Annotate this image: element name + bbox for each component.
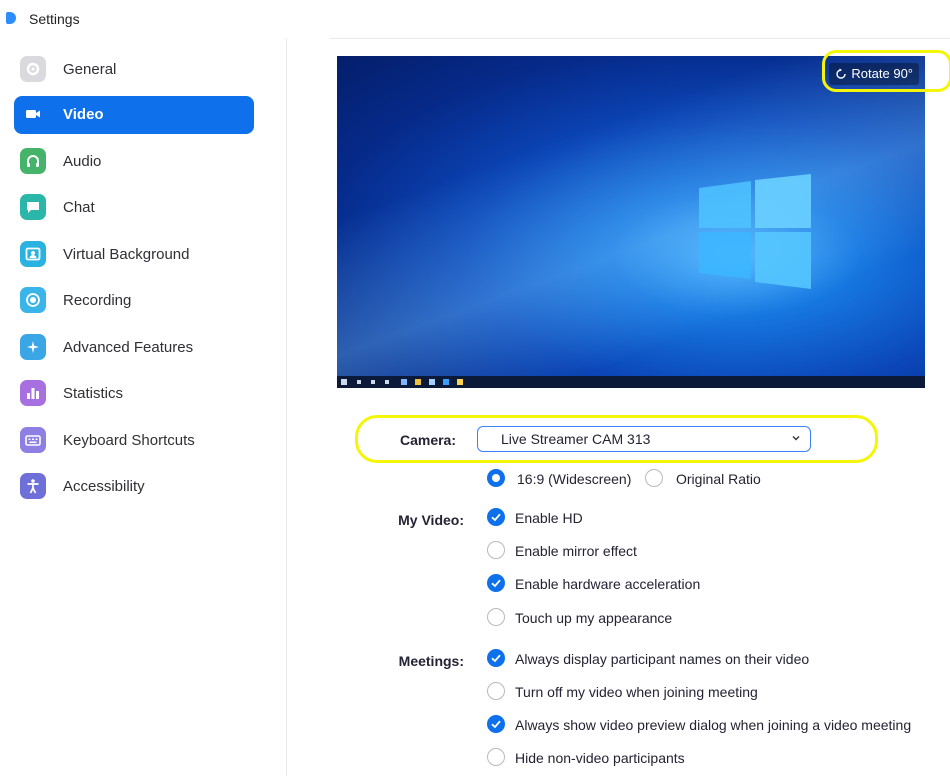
title-bar: Settings bbox=[0, 0, 950, 38]
sidebar-item-virtual-background[interactable]: Virtual Background bbox=[14, 236, 254, 274]
zoom-logo-icon bbox=[6, 12, 16, 24]
window-title: Settings bbox=[29, 11, 80, 27]
hardware-acceleration-label: Enable hardware acceleration bbox=[515, 576, 701, 592]
chevron-down-icon bbox=[792, 436, 800, 441]
touch-up-checkbox[interactable] bbox=[487, 608, 505, 626]
sparkle-icon bbox=[20, 334, 46, 360]
taskbar-item bbox=[415, 379, 421, 385]
sidebar-item-label: General bbox=[63, 61, 117, 78]
my-video-label: My Video: bbox=[398, 512, 464, 528]
sidebar-item-label: Video bbox=[63, 106, 104, 123]
record-icon bbox=[20, 287, 46, 313]
bar-chart-icon bbox=[20, 380, 46, 406]
sidebar-item-video[interactable]: Video bbox=[14, 96, 254, 134]
taskbar-item bbox=[457, 379, 463, 385]
accessibility-icon bbox=[20, 473, 46, 499]
taskbar-item bbox=[357, 380, 361, 384]
video-preview-dialog-checkbox[interactable] bbox=[487, 715, 505, 733]
camera-select[interactable]: Live Streamer CAM 313 bbox=[477, 426, 811, 452]
sidebar-item-general[interactable]: General bbox=[14, 51, 254, 89]
headphones-icon bbox=[20, 148, 46, 174]
enable-hd-label: Enable HD bbox=[515, 510, 583, 526]
sidebar-item-label: Advanced Features bbox=[63, 339, 194, 356]
sidebar-item-chat[interactable]: Chat bbox=[14, 189, 254, 227]
sidebar-item-label: Virtual Background bbox=[63, 246, 190, 263]
highlight-rotate bbox=[822, 50, 950, 92]
touch-up-label: Touch up my appearance bbox=[515, 610, 673, 626]
enable-hd-checkbox[interactable] bbox=[487, 508, 505, 526]
keyboard-icon bbox=[20, 427, 46, 453]
sidebar-item-accessibility[interactable]: Accessibility bbox=[14, 468, 254, 506]
sidebar-item-label: Accessibility bbox=[63, 478, 145, 495]
hide-non-video-label: Hide non-video participants bbox=[515, 750, 685, 766]
taskbar-item bbox=[429, 379, 435, 385]
windows-logo-icon bbox=[699, 174, 811, 289]
sidebar-item-label: Chat bbox=[63, 199, 95, 216]
divider bbox=[330, 38, 950, 39]
person-frame-icon bbox=[20, 241, 46, 267]
mirror-effect-label: Enable mirror effect bbox=[515, 543, 637, 559]
checkmark-icon bbox=[491, 579, 501, 588]
hide-non-video-checkbox[interactable] bbox=[487, 748, 505, 766]
chat-bubble-icon bbox=[20, 194, 46, 220]
video-camera-icon bbox=[20, 101, 46, 127]
turn-off-video-checkbox[interactable] bbox=[487, 682, 505, 700]
checkmark-icon bbox=[491, 720, 501, 729]
taskbar-item bbox=[371, 380, 375, 384]
sidebar-item-keyboard-shortcuts[interactable]: Keyboard Shortcuts bbox=[14, 422, 254, 460]
start-icon bbox=[341, 379, 347, 385]
sidebar-item-statistics[interactable]: Statistics bbox=[14, 375, 254, 413]
taskbar-item bbox=[443, 379, 449, 385]
taskbar-item bbox=[401, 379, 407, 385]
meetings-label: Meetings: bbox=[398, 653, 464, 669]
ratio-widescreen-label: 16:9 (Widescreen) bbox=[517, 471, 632, 487]
sidebar-item-label: Audio bbox=[63, 153, 102, 170]
sidebar-item-advanced-features[interactable]: Advanced Features bbox=[14, 329, 254, 367]
sidebar-item-audio[interactable]: Audio bbox=[14, 143, 254, 181]
camera-selected-value: Live Streamer CAM 313 bbox=[501, 431, 651, 447]
sidebar-item-recording[interactable]: Recording bbox=[14, 282, 254, 320]
display-names-label: Always display participant names on thei… bbox=[515, 651, 810, 667]
display-names-checkbox[interactable] bbox=[487, 649, 505, 667]
gear-icon bbox=[20, 56, 46, 82]
ratio-original-label: Original Ratio bbox=[676, 471, 761, 487]
mirror-effect-checkbox[interactable] bbox=[487, 541, 505, 559]
hardware-acceleration-checkbox[interactable] bbox=[487, 574, 505, 592]
preview-taskbar bbox=[337, 376, 925, 388]
video-preview-dialog-label: Always show video preview dialog when jo… bbox=[515, 717, 912, 733]
preview-light-beam bbox=[337, 56, 925, 388]
checkmark-icon bbox=[491, 654, 501, 663]
settings-sidebar: General Video Audio Chat Virtual Backgro… bbox=[0, 38, 287, 776]
sidebar-item-label: Statistics bbox=[63, 385, 124, 402]
video-preview: Rotate 90° bbox=[337, 56, 925, 388]
sidebar-item-label: Recording bbox=[63, 292, 132, 309]
camera-label: Camera: bbox=[399, 432, 456, 448]
taskbar-item bbox=[385, 380, 389, 384]
turn-off-video-label: Turn off my video when joining meeting bbox=[515, 684, 758, 700]
sidebar-item-label: Keyboard Shortcuts bbox=[63, 432, 195, 449]
ratio-original-radio[interactable] bbox=[645, 469, 663, 487]
checkmark-icon bbox=[491, 513, 501, 522]
ratio-widescreen-radio[interactable] bbox=[487, 469, 505, 487]
